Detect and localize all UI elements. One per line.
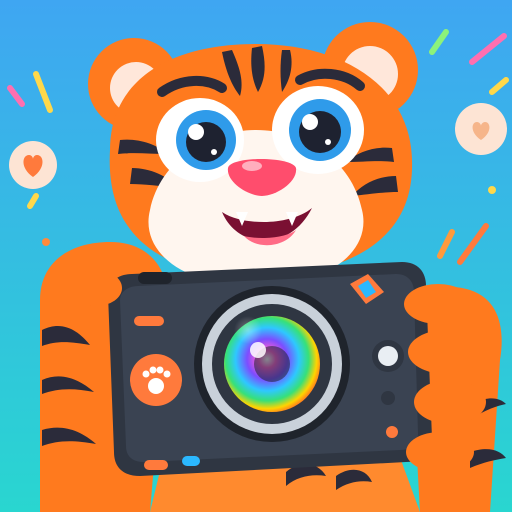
indicator-light: [144, 460, 168, 470]
heart-icon: [455, 103, 507, 155]
confetti-dot: [42, 238, 50, 246]
small-button: [381, 391, 395, 405]
paw-icon: [130, 354, 182, 406]
confetti-dot: [488, 186, 496, 194]
camera: [108, 262, 432, 476]
indicator-light: [134, 316, 164, 326]
camera-lens: [194, 286, 350, 442]
tiger-camera-illustration: [0, 0, 512, 512]
heart-icon: [9, 141, 57, 189]
indicator-light: [182, 456, 200, 466]
small-button: [386, 426, 398, 438]
illustration: [0, 0, 512, 512]
